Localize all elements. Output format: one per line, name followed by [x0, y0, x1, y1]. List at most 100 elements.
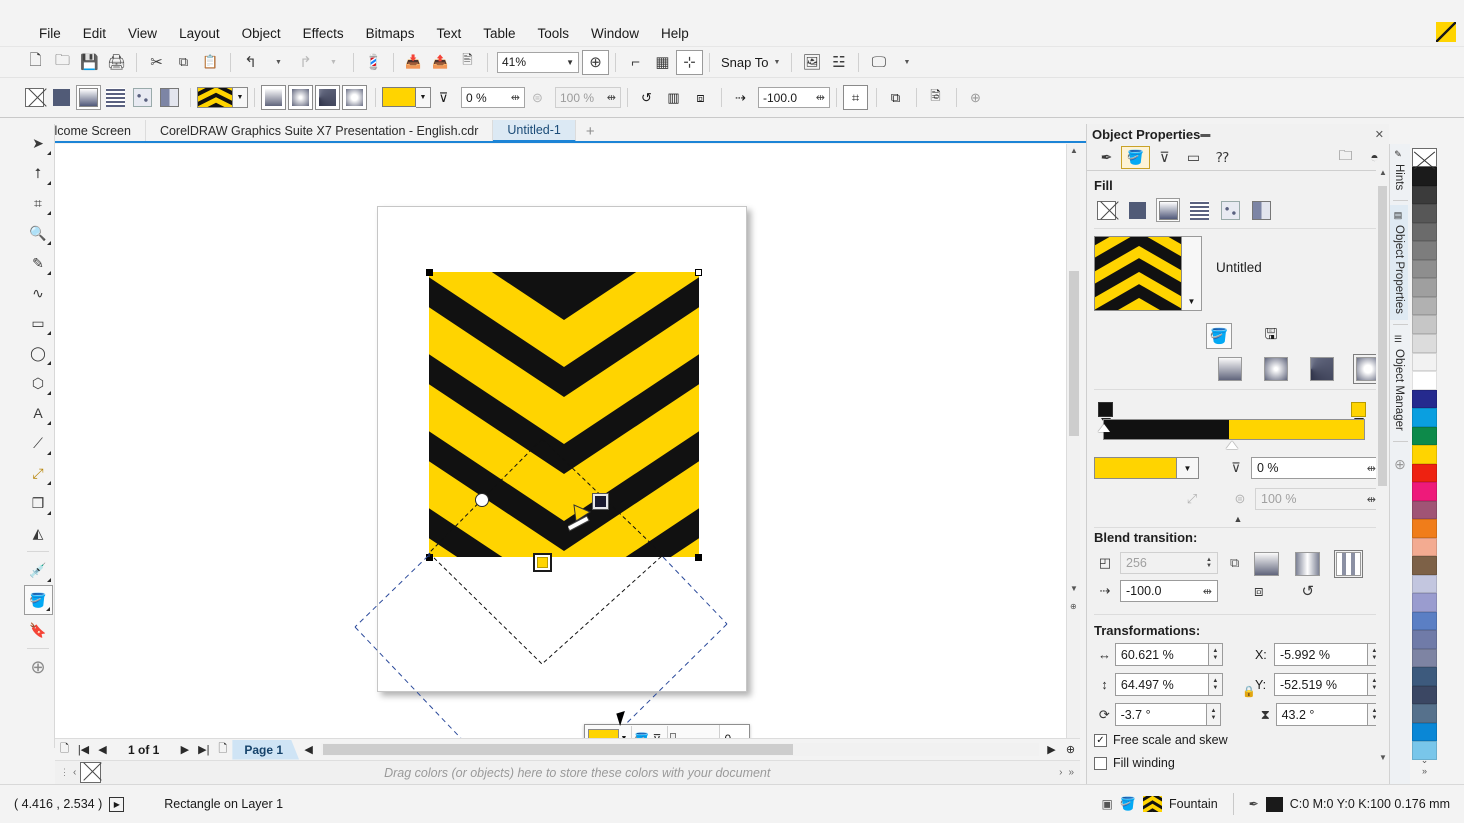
- zoom-fit-icon[interactable]: ⊕: [582, 49, 609, 75]
- scrollbar-thumb[interactable]: [323, 744, 794, 755]
- palette-swatch[interactable]: [1412, 222, 1437, 242]
- fill-color-picker[interactable]: ▼: [382, 87, 431, 108]
- palette-swatch[interactable]: [1412, 667, 1437, 686]
- chevron-down-icon[interactable]: ▼: [1182, 236, 1202, 311]
- gradient-start-node[interactable]: [475, 493, 489, 507]
- scroll-up-icon[interactable]: ▲: [1070, 146, 1078, 155]
- outline-pen-tab[interactable]: ✒: [1092, 146, 1121, 169]
- ellipse-tool[interactable]: ◯: [24, 338, 53, 368]
- palette-swatch[interactable]: [1412, 259, 1437, 279]
- node-transparency-field[interactable]: 0 % ⇹: [1251, 457, 1382, 479]
- spinner-icon[interactable]: ▲ ▼: [1206, 703, 1221, 726]
- repeat-reflect-icon[interactable]: ↺: [634, 85, 659, 110]
- gradient-stop-start[interactable]: [1098, 402, 1113, 425]
- redo-dropdown-icon[interactable]: ▼: [320, 50, 347, 75]
- scroll-up-icon[interactable]: ▲: [1379, 168, 1387, 177]
- tab-presentation-cdr[interactable]: CorelDRAW Graphics Suite X7 Presentation…: [146, 120, 494, 142]
- menu-item-layout[interactable]: Layout: [168, 22, 231, 45]
- palette-swatch[interactable]: [1412, 426, 1437, 446]
- palette-swatch[interactable]: [1412, 482, 1437, 501]
- palette-swatch[interactable]: [1412, 352, 1437, 372]
- midpoint-field[interactable]: 100 % ⇹: [555, 87, 621, 108]
- artistic-media-tool[interactable]: ∿: [24, 278, 53, 308]
- menu-item-view[interactable]: View: [117, 22, 168, 45]
- page-tab-page-1[interactable]: Page 1: [232, 739, 300, 760]
- palette-swatch[interactable]: [1412, 704, 1437, 723]
- edge-pad-icon[interactable]: ⧈: [688, 85, 713, 110]
- chevron-down-icon[interactable]: ▼: [416, 87, 431, 108]
- menu-item-table[interactable]: Table: [472, 22, 526, 45]
- rectangular-gradient-icon[interactable]: [342, 85, 367, 110]
- width-field[interactable]: 60.621 %: [1114, 643, 1209, 666]
- gradient-start-marker[interactable]: [1098, 424, 1110, 432]
- copy-icon[interactable]: ⧉: [170, 50, 197, 75]
- spinner-icon[interactable]: ⇹: [1367, 493, 1376, 506]
- palette-swatch[interactable]: [1412, 204, 1437, 223]
- previous-page-icon[interactable]: ◀: [93, 743, 112, 756]
- palette-scroll-left-icon[interactable]: ‹: [73, 767, 76, 778]
- side-tab-object-manager[interactable]: ☰ Object Manager: [1390, 329, 1408, 437]
- palette-grip-icon[interactable]: ⋮: [60, 767, 69, 778]
- rotate-field[interactable]: -3.7 °: [1114, 703, 1207, 726]
- freehand-tool[interactable]: ✎: [24, 248, 53, 278]
- palette-swatch[interactable]: [1412, 185, 1437, 205]
- scrollbar-thumb[interactable]: [1378, 186, 1387, 486]
- palette-swatch[interactable]: [1412, 408, 1437, 427]
- blend-acceleration-field[interactable]: -100.0 ⇹: [1120, 580, 1218, 602]
- gradient-selected-node[interactable]: [533, 553, 552, 572]
- undo-icon[interactable]: ↰: [237, 50, 264, 75]
- texture-fill-icon[interactable]: [130, 85, 155, 110]
- add-page-after-icon[interactable]: 🗋: [213, 740, 232, 759]
- link-steps-icon[interactable]: ⧉: [1230, 555, 1239, 571]
- first-page-icon[interactable]: |◀: [74, 743, 93, 756]
- side-tab-hints[interactable]: ✎ Hints: [1390, 144, 1408, 196]
- redo-icon[interactable]: ↱: [292, 50, 319, 75]
- pin-icon[interactable]: ▬: [1200, 129, 1210, 140]
- blend-direction-clockwise[interactable]: [1295, 552, 1320, 576]
- node-color-swatch[interactable]: [1094, 457, 1177, 479]
- edit-fill-icon[interactable]: 🗟: [923, 85, 948, 110]
- palette-scroll-right-icon[interactable]: ›: [1059, 767, 1062, 778]
- spinner-icon[interactable]: ▲ ▼: [1208, 643, 1223, 666]
- blend-direction-counterclockwise[interactable]: [1334, 550, 1363, 578]
- corel-logo-icon[interactable]: [1436, 22, 1456, 42]
- chevron-down-icon[interactable]: ▼: [233, 87, 248, 108]
- gradient-ramp[interactable]: [1103, 419, 1365, 440]
- transparency-field[interactable]: 0 % ⇹: [461, 87, 525, 108]
- pattern-fill-icon[interactable]: [103, 85, 128, 110]
- grid-icon[interactable]: ▦: [649, 50, 676, 75]
- zoom-level-combo[interactable]: 41% ▼: [497, 51, 579, 73]
- palette-swatch[interactable]: [1412, 685, 1437, 705]
- selection-handle-tl[interactable]: [426, 269, 433, 276]
- rectangle-tab[interactable]: ▭: [1179, 146, 1208, 169]
- no-fill-icon[interactable]: [22, 85, 47, 110]
- postscript-fill-icon[interactable]: [157, 85, 182, 110]
- menu-item-help[interactable]: Help: [650, 22, 700, 45]
- palette-swatch[interactable]: [1412, 500, 1437, 520]
- free-scale-checkbox[interactable]: ✓: [1094, 733, 1107, 747]
- x-field[interactable]: -5.992 %: [1273, 643, 1368, 666]
- add-page-before-icon[interactable]: 🗋: [55, 740, 74, 759]
- uniform-fill-icon[interactable]: [49, 85, 74, 110]
- palette-swatch[interactable]: [1412, 371, 1437, 390]
- linear-gradient-icon[interactable]: [1218, 357, 1242, 381]
- uniform-fill-icon[interactable]: [1125, 198, 1149, 222]
- smooth-blend-icon[interactable]: ⧈: [1254, 583, 1264, 600]
- node-midpoint-field[interactable]: 100 % ⇹: [1255, 488, 1382, 510]
- rulers-icon[interactable]: ⌐: [622, 50, 649, 75]
- presets-tab[interactable]: 🗀: [1331, 146, 1360, 169]
- spinner-icon[interactable]: ⇹: [1367, 462, 1376, 475]
- application-launcher-icon[interactable]: 🖵: [865, 50, 892, 75]
- fill-winding-checkbox[interactable]: [1094, 756, 1107, 770]
- free-scale-row[interactable]: ✓ Free scale and skew: [1094, 733, 1382, 747]
- spinner-icon[interactable]: ⇹: [1198, 585, 1212, 598]
- no-fill-swatch[interactable]: [80, 762, 102, 783]
- selection-handle-br[interactable]: [695, 554, 702, 561]
- selected-rectangle-object[interactable]: [429, 272, 699, 557]
- blend-direction-linear[interactable]: [1254, 552, 1279, 576]
- height-field[interactable]: 64.497 %: [1114, 673, 1209, 696]
- wrap-text-icon[interactable]: ⊕: [963, 85, 988, 110]
- elliptical-gradient-icon[interactable]: [288, 85, 313, 110]
- fountain-fill-icon[interactable]: [76, 85, 101, 110]
- shape-tool[interactable]: ⭡: [24, 158, 53, 188]
